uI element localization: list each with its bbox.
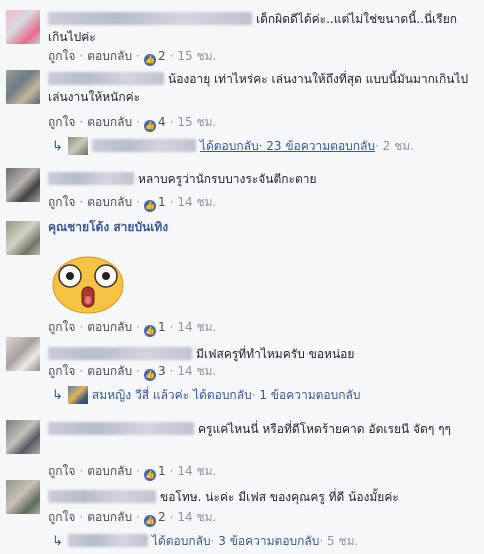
view-replies-link[interactable]: 1 ข้อความตอบกลับ: [259, 388, 360, 402]
thumbs-up-icon: 👍: [143, 200, 156, 212]
comment-text: หลาบครูว่านักรบบางระจันตีกะตาย: [48, 170, 476, 188]
comment-actions: ถูกใจ · ตอบกลับ · 👍 1 · 14 ชม.: [48, 195, 217, 212]
reply-avatar: [67, 137, 88, 155]
timestamp: 2 ชม.: [382, 139, 414, 153]
like-count[interactable]: 1: [158, 464, 166, 478]
replier-name[interactable]: สมหญิง วีสี่: [92, 388, 149, 402]
like-button[interactable]: ถูกใจ: [48, 195, 75, 209]
thumbs-up-icon: 👍: [143, 54, 156, 66]
timestamp[interactable]: 14 ชม.: [177, 364, 216, 378]
commenter-name-link[interactable]: คุณชายโด้ง สายบันเทิง: [48, 220, 168, 234]
commenter-name: คุณชายโด้ง สายบันเทิง: [48, 218, 476, 236]
avatar[interactable]: [6, 337, 40, 371]
blurred-name: [91, 139, 196, 152]
comment-text: ครูแค่ไหนนี่ หรือที่ดีโหดร้ายคาด อัดเรยน…: [48, 420, 476, 438]
like-count[interactable]: 2: [158, 49, 166, 63]
timestamp[interactable]: 14 ชม.: [177, 510, 216, 524]
reply-button[interactable]: ตอบกลับ: [87, 364, 132, 378]
like-count[interactable]: 4: [158, 115, 166, 129]
like-button[interactable]: ถูกใจ: [48, 320, 75, 334]
view-replies-link[interactable]: ได้ตอบกลับ· 23 ข้อความตอบกลับ: [200, 139, 375, 153]
timestamp[interactable]: 15 ชม.: [177, 115, 216, 129]
comment-text: ขอโทษ. น่ะค่ะ มีเฟส ของคุณครู ที่ดี น้อง…: [48, 488, 476, 506]
thumbs-up-icon: 👍: [143, 515, 156, 527]
timestamp[interactable]: 14 ชม.: [177, 195, 216, 209]
like-count[interactable]: 3: [158, 364, 166, 378]
timestamp: 5 ชม.: [327, 534, 359, 548]
avatar[interactable]: [6, 70, 40, 104]
reply-arrow-icon: ↳: [52, 388, 63, 403]
comment-actions: ถูกใจ · ตอบกลับ · 👍 2 · 15 ชม.: [48, 49, 217, 66]
like-count[interactable]: 1: [158, 195, 166, 209]
blurred-name: [67, 534, 148, 547]
avatar[interactable]: [6, 480, 40, 514]
like-count[interactable]: 2: [158, 510, 166, 524]
view-replies-link[interactable]: 3 ข้อความตอบกลับ: [218, 534, 319, 548]
thumbs-up-icon: 👍: [143, 120, 156, 132]
like-button[interactable]: ถูกใจ: [48, 49, 75, 63]
reply-summary[interactable]: ↳ สมหญิง วีสี่ แล้วค่ะ ได้ตอบกลับ· 1 ข้อค…: [52, 386, 360, 405]
reply-button[interactable]: ตอบกลับ: [87, 510, 132, 524]
reply-summary[interactable]: ↳ ได้ตอบกลับ· 23 ข้อความตอบกลับ· 2 ชม.: [52, 137, 414, 156]
thumbs-up-icon: 👍: [143, 325, 156, 337]
comment-actions: ถูกใจ · ตอบกลับ · 👍 4 · 15 ชม.: [48, 115, 217, 132]
blurred-name[interactable]: [48, 72, 164, 85]
comment-actions: ถูกใจ · ตอบกลับ · 👍 1 · 14 ชม.: [48, 320, 217, 337]
like-button[interactable]: ถูกใจ: [48, 115, 75, 129]
avatar[interactable]: [6, 420, 40, 454]
comment-actions: ถูกใจ · ตอบกลับ · 👍 1 · 14 ชม.: [48, 464, 217, 481]
timestamp[interactable]: 14 ชม.: [177, 320, 216, 334]
like-button[interactable]: ถูกใจ: [48, 364, 75, 378]
reply-arrow-icon: ↳: [52, 139, 63, 154]
reply-arrow-icon: ↳: [52, 534, 63, 549]
comment-actions: ถูกใจ · ตอบกลับ · 👍 3 · 14 ชม.: [48, 364, 217, 381]
avatar[interactable]: [6, 168, 40, 202]
avatar[interactable]: [6, 221, 40, 255]
timestamp[interactable]: 14 ชม.: [177, 464, 216, 478]
like-button[interactable]: ถูกใจ: [48, 510, 75, 524]
reply-button[interactable]: ตอบกลับ: [87, 320, 132, 334]
blurred-name[interactable]: [48, 422, 194, 435]
comment-text: มีเฟสครูที่ทำไหมครับ ขอหน่อย: [48, 345, 476, 363]
reply-button[interactable]: ตอบกลับ: [87, 464, 132, 478]
thumbs-up-icon: 👍: [143, 469, 156, 481]
timestamp[interactable]: 15 ชม.: [177, 49, 216, 63]
like-count[interactable]: 1: [158, 320, 166, 334]
blurred-name[interactable]: [48, 490, 156, 503]
thumbs-up-icon: 👍: [143, 369, 156, 381]
avatar[interactable]: [6, 10, 40, 44]
comment-text: เด็กผิดดีได้ค่ะ..แต่ไม่ใช่ขนาดนี้..นี่เร…: [48, 12, 457, 44]
blurred-name[interactable]: [48, 12, 252, 25]
blurred-name[interactable]: [48, 172, 134, 185]
shocked-face-sticker: [52, 256, 124, 314]
reply-button[interactable]: ตอบกลับ: [87, 115, 132, 129]
reply-avatar: [67, 386, 88, 404]
like-button[interactable]: ถูกใจ: [48, 464, 75, 478]
reply-button[interactable]: ตอบกลับ: [87, 195, 132, 209]
reply-button[interactable]: ตอบกลับ: [87, 49, 132, 63]
reply-summary[interactable]: ↳ ได้ตอบกลับ· 3 ข้อความตอบกลับ· 5 ชม.: [52, 532, 358, 551]
blurred-name[interactable]: [48, 347, 192, 360]
comment-text: น้องอายุ เท่าไหร่คะ เล่นงานให้ถึงที่สุด …: [48, 72, 469, 104]
comment-actions: ถูกใจ · ตอบกลับ · 👍 2 · 14 ชม.: [48, 510, 217, 527]
